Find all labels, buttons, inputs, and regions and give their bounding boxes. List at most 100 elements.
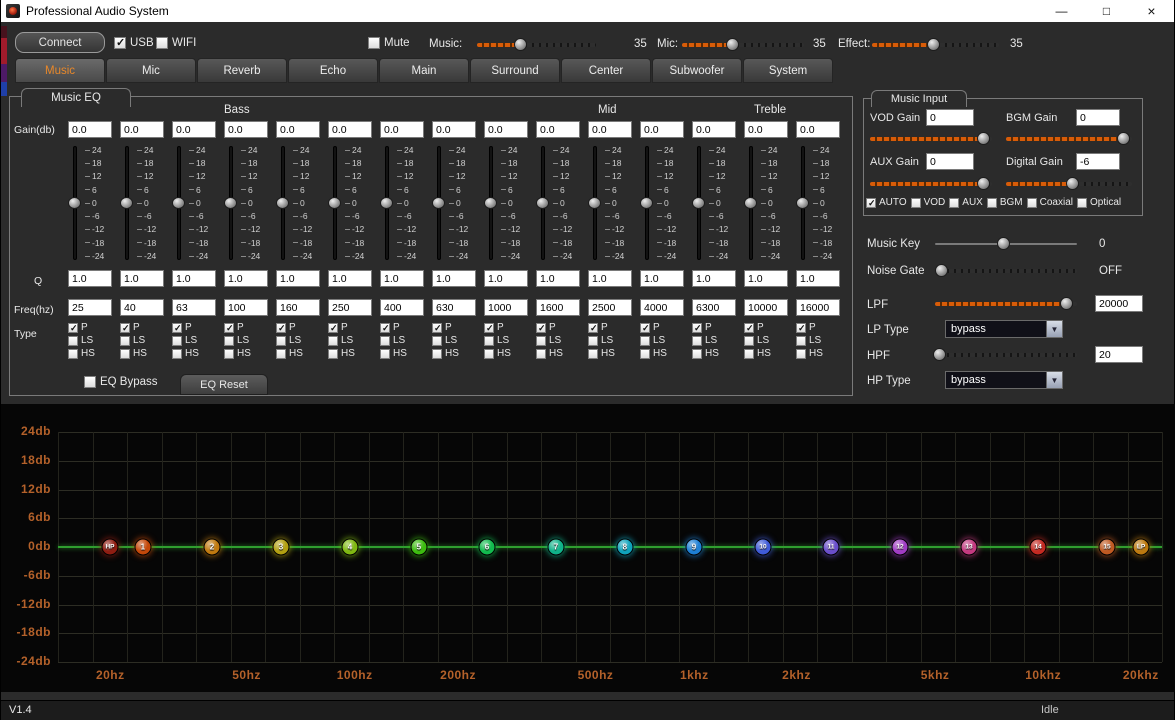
tab-mic[interactable]: Mic (106, 58, 196, 83)
eq-type-p-checkbox[interactable]: P (172, 322, 199, 333)
slider-knob[interactable] (935, 264, 948, 277)
eq-gain-input[interactable] (536, 121, 580, 138)
slider-knob[interactable] (1117, 132, 1130, 145)
eq-type-p-checkbox-box[interactable] (224, 323, 234, 333)
maximize-button[interactable]: □ (1084, 0, 1129, 22)
eq-type-hs-checkbox-box[interactable] (224, 349, 234, 359)
eq-type-p-checkbox-box[interactable] (120, 323, 130, 333)
eq-freq-input[interactable] (328, 299, 372, 316)
eq-q-input[interactable] (692, 270, 736, 287)
slider-knob[interactable] (514, 38, 527, 51)
slider-knob[interactable] (276, 197, 289, 209)
eq-node-2[interactable]: 2 (204, 539, 221, 556)
eq-band-slider[interactable]: 24181260-6-12-18-24 (380, 144, 424, 262)
eq-type-hs-checkbox[interactable]: HS (68, 348, 95, 359)
eq-type-ls-checkbox-box[interactable] (120, 336, 130, 346)
eq-type-ls-checkbox[interactable]: LS (224, 335, 251, 346)
eq-gain-input[interactable] (640, 121, 684, 138)
eq-type-ls-checkbox[interactable]: LS (328, 335, 355, 346)
slider-knob[interactable] (933, 348, 946, 361)
tab-reverb[interactable]: Reverb (197, 58, 287, 83)
eq-type-hs-checkbox-box[interactable] (640, 349, 650, 359)
slider-knob[interactable] (640, 197, 653, 209)
eq-q-input[interactable] (380, 270, 424, 287)
eq-gain-input[interactable] (588, 121, 632, 138)
source-coaxial-checkbox-box[interactable] (1027, 198, 1037, 208)
eq-type-p-checkbox-box[interactable] (328, 323, 338, 333)
eq-bypass-checkbox[interactable]: EQ Bypass (84, 376, 158, 388)
eq-q-input[interactable] (536, 270, 580, 287)
slider-knob[interactable] (172, 197, 185, 209)
eq-type-ls-checkbox[interactable]: LS (276, 335, 303, 346)
eq-type-hs-checkbox[interactable]: HS (172, 348, 199, 359)
eq-node-9[interactable]: 9 (686, 539, 703, 556)
eq-type-p-checkbox[interactable]: P (68, 322, 95, 333)
eq-node-5[interactable]: 5 (410, 539, 427, 556)
lpf-input[interactable] (1095, 295, 1143, 312)
eq-type-hs-checkbox-box[interactable] (328, 349, 338, 359)
music-eq-panel-tab[interactable]: Music EQ (21, 88, 131, 107)
music-key-slider[interactable] (935, 237, 1077, 250)
source-vod-checkbox-box[interactable] (911, 198, 921, 208)
source-optical-checkbox-box[interactable] (1077, 198, 1087, 208)
eq-freq-input[interactable] (68, 299, 112, 316)
slider-knob[interactable] (432, 197, 445, 209)
eq-node-4[interactable]: 4 (342, 539, 359, 556)
eq-gain-input[interactable] (224, 121, 268, 138)
eq-type-hs-checkbox[interactable]: HS (276, 348, 303, 359)
eq-gain-input[interactable] (432, 121, 476, 138)
eq-band-slider[interactable]: 24181260-6-12-18-24 (640, 144, 684, 262)
eq-band-slider[interactable]: 24181260-6-12-18-24 (536, 144, 580, 262)
eq-type-hs-checkbox-box[interactable] (796, 349, 806, 359)
eq-reset-button[interactable]: EQ Reset (180, 374, 268, 395)
slider-knob[interactable] (536, 197, 549, 209)
close-button[interactable]: × (1129, 0, 1174, 22)
eq-type-ls-checkbox-box[interactable] (744, 336, 754, 346)
eq-type-ls-checkbox[interactable]: LS (588, 335, 615, 346)
minimize-button[interactable]: — (1039, 0, 1084, 22)
eq-type-p-checkbox[interactable]: P (224, 322, 251, 333)
eq-band-slider[interactable]: 24181260-6-12-18-24 (484, 144, 528, 262)
slider-knob[interactable] (997, 237, 1010, 250)
tab-main[interactable]: Main (379, 58, 469, 83)
vod-gain-input[interactable] (926, 109, 974, 126)
eq-type-ls-checkbox[interactable]: LS (536, 335, 563, 346)
eq-band-slider[interactable]: 24181260-6-12-18-24 (224, 144, 268, 262)
digital-gain-input[interactable] (1076, 153, 1120, 170)
eq-type-p-checkbox-box[interactable] (172, 323, 182, 333)
eq-type-hs-checkbox[interactable]: HS (536, 348, 563, 359)
eq-type-ls-checkbox-box[interactable] (68, 336, 78, 346)
eq-q-input[interactable] (588, 270, 632, 287)
source-auto-checkbox-box[interactable] (866, 198, 876, 208)
eq-type-hs-checkbox[interactable]: HS (796, 348, 823, 359)
eq-type-p-checkbox[interactable]: P (120, 322, 147, 333)
eq-q-input[interactable] (640, 270, 684, 287)
eq-type-hs-checkbox-box[interactable] (68, 349, 78, 359)
eq-freq-input[interactable] (380, 299, 424, 316)
eq-type-p-checkbox-box[interactable] (276, 323, 286, 333)
eq-gain-input[interactable] (796, 121, 840, 138)
eq-type-ls-checkbox[interactable]: LS (744, 335, 771, 346)
tab-center[interactable]: Center (561, 58, 651, 83)
eq-type-p-checkbox-box[interactable] (640, 323, 650, 333)
slider-knob[interactable] (927, 38, 940, 51)
eq-freq-input[interactable] (640, 299, 684, 316)
eq-freq-input[interactable] (276, 299, 320, 316)
eq-gain-input[interactable] (276, 121, 320, 138)
eq-type-ls-checkbox[interactable]: LS (692, 335, 719, 346)
eq-q-input[interactable] (276, 270, 320, 287)
hpf-input[interactable] (1095, 346, 1143, 363)
tab-echo[interactable]: Echo (288, 58, 378, 83)
slider-knob[interactable] (1066, 177, 1079, 190)
eq-type-hs-checkbox-box[interactable] (536, 349, 546, 359)
eq-q-input[interactable] (796, 270, 840, 287)
hp-type-select[interactable]: bypass ▼ (945, 371, 1063, 389)
eq-type-hs-checkbox-box[interactable] (172, 349, 182, 359)
eq-type-hs-checkbox-box[interactable] (432, 349, 442, 359)
eq-q-input[interactable] (224, 270, 268, 287)
eq-type-p-checkbox[interactable]: P (432, 322, 459, 333)
eq-type-hs-checkbox[interactable]: HS (120, 348, 147, 359)
eq-freq-input[interactable] (224, 299, 268, 316)
slider-knob[interactable] (744, 197, 757, 209)
eq-type-hs-checkbox-box[interactable] (276, 349, 286, 359)
